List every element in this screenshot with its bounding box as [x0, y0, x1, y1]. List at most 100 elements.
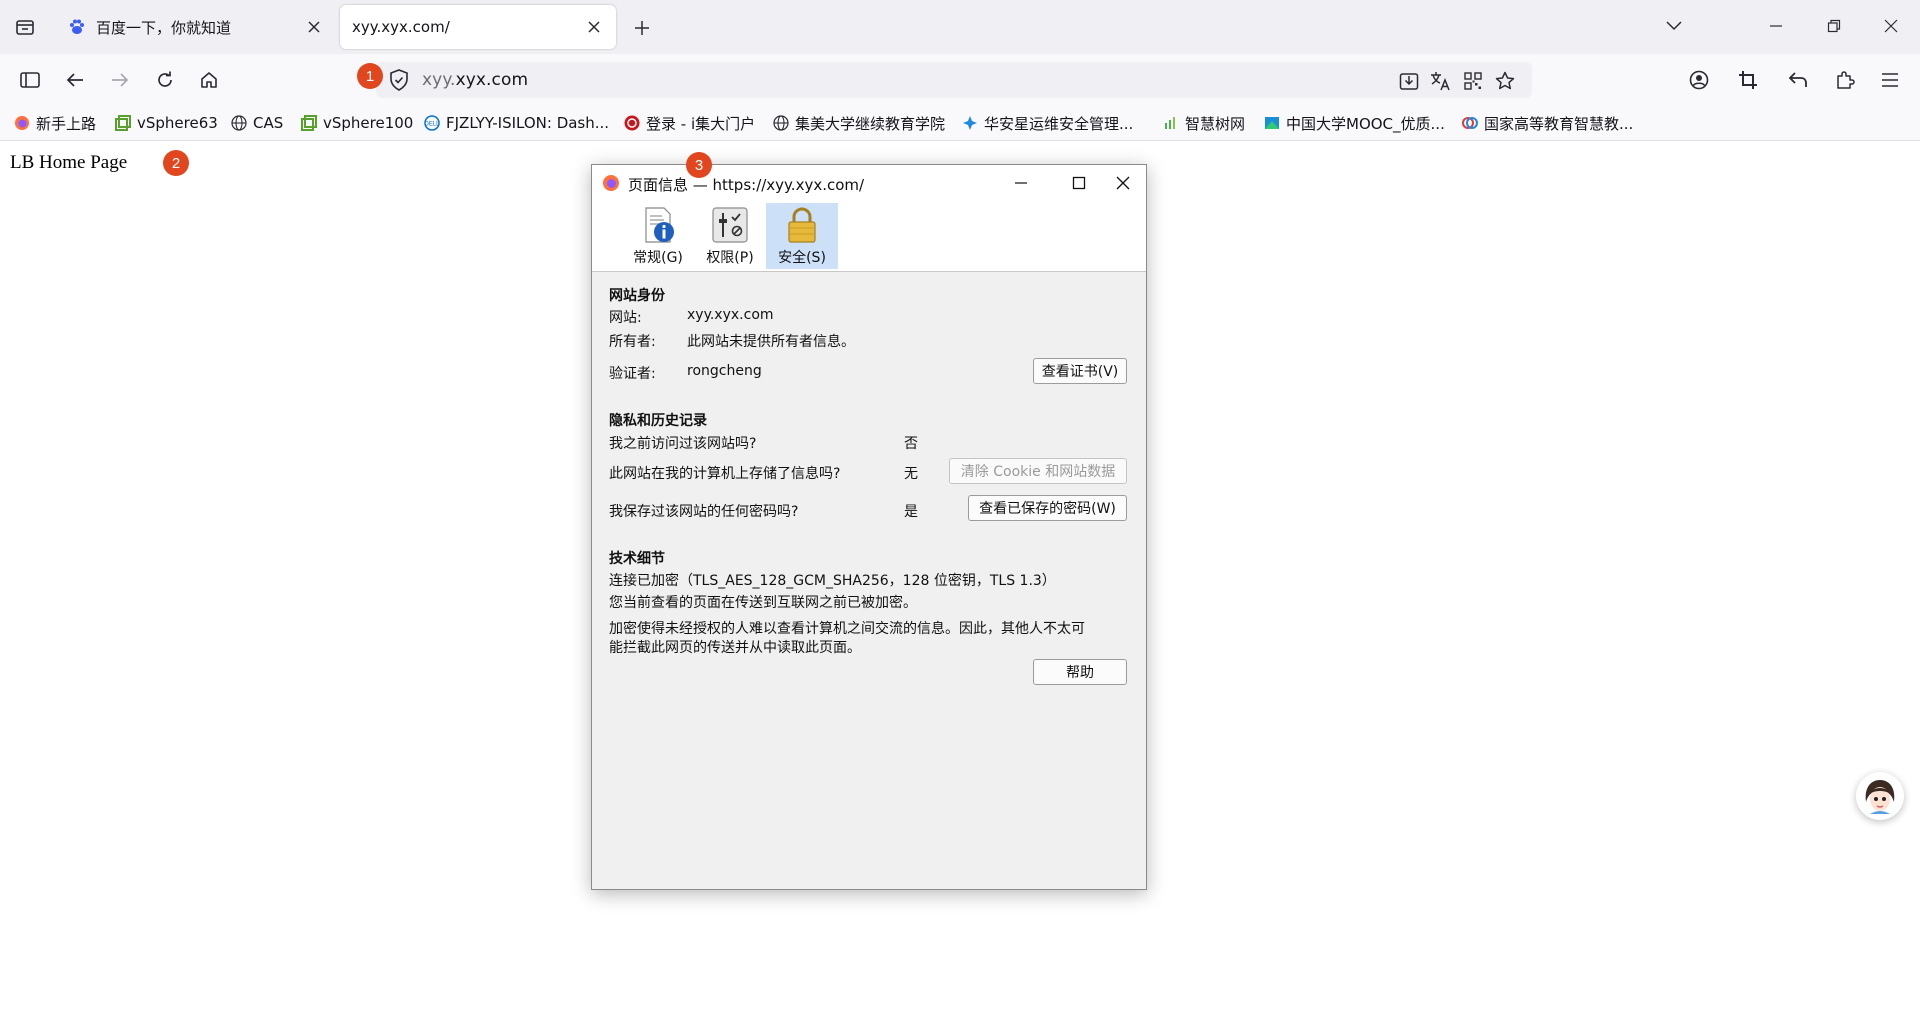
dell-icon: DELL [424, 115, 440, 131]
tab-title: 百度一下，你就知道 [96, 18, 232, 37]
bookmark-item[interactable]: 国家高等教育智慧教... [1462, 112, 1633, 134]
translate-button[interactable] [1428, 68, 1454, 94]
dialog-tab-bar: 常规(G) 权限(P) 安全(S) [592, 201, 1146, 272]
view-saved-passwords-button[interactable]: 查看已保存的密码(W) [968, 495, 1127, 521]
bookmark-item[interactable]: vSphere100 [301, 112, 413, 134]
tab-list-icon [16, 20, 34, 35]
shield-icon[interactable] [386, 67, 412, 93]
dialog-title: 页面信息 — https://xyy.xyx.com/ [628, 176, 865, 194]
save-page-button[interactable] [1396, 68, 1422, 94]
url-domain: xyx.com [455, 70, 529, 90]
bookmark-item[interactable]: 华安星运维安全管理... [962, 112, 1133, 134]
bookmark-label: vSphere63 [137, 114, 218, 132]
tab-general[interactable]: 常规(G) [622, 203, 694, 269]
bookmark-label: 国家高等教育智慧教... [1484, 114, 1634, 133]
firefox-icon [603, 175, 619, 191]
bookmark-item[interactable]: 新手上路 [14, 112, 96, 134]
back-button[interactable] [59, 64, 91, 96]
screenshot-button[interactable] [1732, 64, 1764, 96]
zhihuishu-icon [1165, 117, 1175, 129]
firefox-icon [15, 116, 29, 130]
vsphere-icon [115, 115, 131, 131]
tab-baidu[interactable]: 百度一下，你就知道 [56, 5, 336, 49]
bookmark-label: FJZLYY-ISILON: Dash... [446, 114, 610, 132]
tab-permissions[interactable]: 权限(P) [694, 203, 766, 269]
bookmark-item[interactable]: 智慧树网 [1163, 112, 1245, 134]
help-button[interactable]: 帮助 [1033, 659, 1127, 685]
account-icon [1689, 70, 1709, 90]
bookmark-item[interactable]: CAS [231, 112, 283, 134]
restore-button[interactable] [1816, 10, 1852, 42]
annotation-marker: 3 [686, 152, 712, 178]
tab-strip: 百度一下，你就知道 xyy.xyx.com/ [0, 0, 1920, 54]
annotation-marker: 2 [163, 150, 189, 176]
encryption-explanation-cont: 能拦截此网页的传送并从中读取此页面。 [609, 640, 861, 656]
home-button[interactable] [193, 64, 225, 96]
plus-icon [635, 21, 649, 35]
technical-heading: 技术细节 [609, 551, 665, 567]
sidebar-button[interactable] [14, 64, 46, 96]
qr-code-button[interactable] [1460, 68, 1486, 94]
reload-icon [158, 71, 172, 87]
bookmark-item[interactable]: vSphere63 [115, 112, 218, 134]
navigation-toolbar: xyy.xyx.com [0, 54, 1920, 106]
stored-answer: 无 [904, 466, 918, 482]
close-tab-icon[interactable] [304, 17, 324, 37]
home-icon [201, 72, 217, 88]
reload-button[interactable] [149, 64, 181, 96]
close-icon [1116, 176, 1130, 190]
bookmark-item[interactable]: DELL FJZLYY-ISILON: Dash... [424, 112, 609, 134]
qr-code-icon [1464, 72, 1482, 90]
bookmark-item[interactable]: 集美大学继续教育学院 [773, 112, 945, 134]
bookmark-star-button[interactable] [1492, 68, 1518, 94]
dialog-minimize-button[interactable] [998, 167, 1044, 199]
encryption-note: 您当前查看的页面在传送到互联网之前已被加密。 [609, 595, 917, 611]
website-value: xyy.xyx.com [687, 307, 774, 323]
assistant-face-icon [1858, 774, 1902, 818]
dialog-titlebar[interactable]: 页面信息 — https://xyy.xyx.com/ [592, 165, 1146, 201]
undo-close-button[interactable] [1782, 64, 1814, 96]
view-certificate-button[interactable]: 查看证书(V) [1033, 358, 1127, 384]
list-all-tabs-button[interactable] [1656, 10, 1692, 42]
forward-arrow-icon [112, 73, 129, 87]
bookmark-label: 中国大学MOOC_优质... [1286, 114, 1445, 133]
crop-icon [1739, 71, 1757, 89]
svg-text:DELL: DELL [424, 122, 440, 128]
tab-label: 权限(P) [706, 250, 754, 266]
url-bar[interactable]: xyy.xyx.com [376, 62, 1532, 98]
website-label: 网站: [609, 310, 642, 326]
smartedu-icon [1462, 117, 1478, 129]
account-button[interactable] [1683, 64, 1715, 96]
tab-list-button[interactable] [10, 12, 40, 42]
tab-security[interactable]: 安全(S) [766, 203, 838, 269]
page-heading: LB Home Page [10, 152, 128, 173]
bookmark-item[interactable]: 中国大学MOOC_优质... [1264, 112, 1445, 134]
dialog-close-button[interactable] [1100, 167, 1146, 199]
tab-xyy[interactable]: xyy.xyx.com/ [340, 5, 616, 49]
extensions-button[interactable] [1829, 64, 1861, 96]
forward-button[interactable] [104, 64, 136, 96]
minimize-button[interactable] [1758, 10, 1794, 42]
sidebar-icon [20, 72, 40, 88]
visited-answer: 否 [904, 436, 918, 452]
dialog-maximize-button[interactable] [1056, 167, 1102, 199]
close-tab-icon[interactable] [584, 17, 604, 37]
star-icon [1495, 71, 1515, 90]
password-question: 我保存过该网站的任何密码吗? [609, 504, 799, 520]
owner-label: 所有者: [609, 334, 656, 350]
info-icon [645, 207, 674, 243]
bookmark-label: 集美大学继续教育学院 [795, 114, 946, 133]
minimize-icon [1015, 182, 1027, 184]
bookmark-label: 华安星运维安全管理... [984, 114, 1134, 133]
tab-title: xyy.xyx.com/ [352, 18, 450, 36]
menu-button[interactable] [1874, 64, 1906, 96]
owner-value: 此网站未提供所有者信息。 [687, 334, 855, 350]
encryption-details: 连接已加密（TLS_AES_128_GCM_SHA256，128 位密钥，TLS… [609, 573, 1056, 589]
bookmark-item[interactable]: 登录 - i集大门户 [624, 112, 755, 134]
close-window-button[interactable] [1873, 10, 1909, 42]
clear-cookies-button[interactable]: 清除 Cookie 和网站数据 [949, 458, 1127, 484]
bookmarks-toolbar: 新手上路 vSphere63 CAS vSphere100 DELL FJZLY… [0, 106, 1920, 141]
assistant-avatar[interactable] [1856, 772, 1904, 820]
new-tab-button[interactable] [628, 14, 656, 42]
url-subdomain: xyy. [422, 70, 456, 90]
